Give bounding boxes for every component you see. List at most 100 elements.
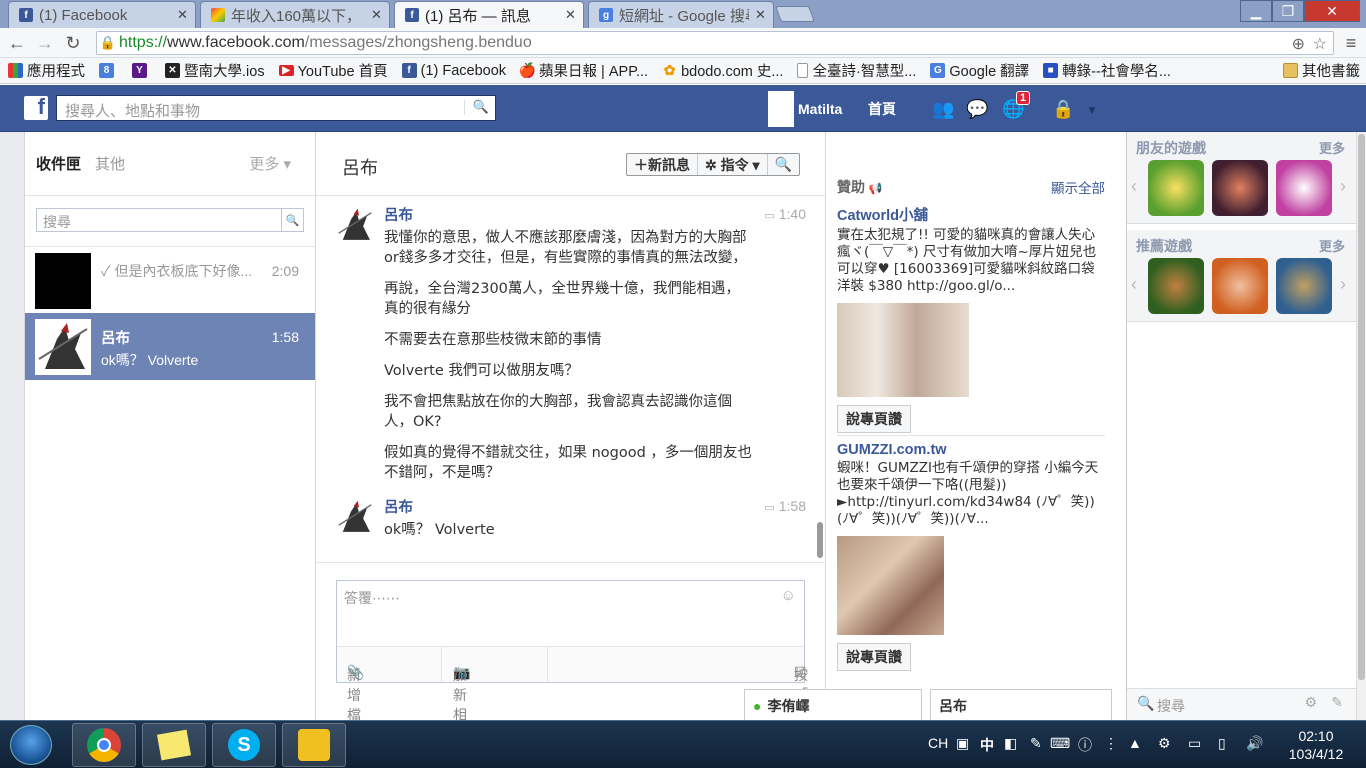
bookmark-yahoo[interactable]: Y <box>132 63 151 78</box>
new-message-button[interactable]: ＋新訊息 <box>627 154 698 175</box>
reload-button[interactable]: ↻ <box>62 32 84 54</box>
star-icon[interactable]: ☆ <box>1313 34 1327 54</box>
more-link[interactable]: 更多 <box>1319 236 1345 255</box>
messages-icon[interactable]: 💬 <box>966 99 988 120</box>
compose-icon[interactable]: ✎ <box>1331 695 1343 711</box>
bookmark-google-translate[interactable]: G Google 翻譯 <box>930 60 1029 81</box>
shield-icon[interactable]: ▣ <box>956 735 969 752</box>
fullwidth-icon[interactable]: ◧ <box>1004 735 1017 752</box>
bookmark-sociology[interactable]: ■ 轉錄--社會學名... <box>1043 60 1171 81</box>
privacy-icon[interactable]: 🔒 <box>1052 99 1074 120</box>
tab-other[interactable]: 其他 <box>95 153 125 174</box>
bookmark-ncnu[interactable]: ✕ 暨南大學.ios <box>165 60 265 81</box>
bookmark-facebook[interactable]: f (1) Facebook <box>401 63 506 79</box>
sender-name[interactable]: 呂布 <box>384 204 413 225</box>
address-bar[interactable]: 🔒 https:// www.facebook.com /messages/zh… <box>96 31 1334 55</box>
game-monkey-icon[interactable] <box>1148 258 1204 314</box>
sender-name[interactable]: 呂布 <box>384 496 413 517</box>
like-page-button[interactable]: 說專頁讚 <box>837 643 911 671</box>
ime-indicator[interactable]: 中 <box>980 735 994 755</box>
app-taskbar-button[interactable] <box>282 723 346 767</box>
notes-taskbar-button[interactable] <box>142 723 206 767</box>
power-icon[interactable]: ▯ <box>1218 735 1226 752</box>
chat-search-input[interactable]: 🔍 搜尋 ⚙ ✎ <box>1127 688 1357 720</box>
facebook-search-input[interactable]: 搜尋人、地點和事物 🔍 <box>56 95 496 121</box>
pen-icon[interactable]: ✎ <box>1030 735 1042 752</box>
reply-box[interactable]: 答覆⋯⋯ ☺ 📎 新增檔案 📷 加新相片 按「Enter」直接傳送 ☑ <box>336 580 860 744</box>
game-farm-icon[interactable] <box>1148 160 1204 216</box>
like-page-button[interactable]: 說專頁讚 <box>837 405 911 433</box>
close-icon[interactable]: ✕ <box>565 7 577 23</box>
facebook-logo-icon[interactable]: f <box>24 94 48 120</box>
close-icon[interactable]: ✕ <box>177 7 189 23</box>
friends-icon[interactable]: 👥 <box>932 99 954 120</box>
keyboard-icon[interactable]: ⌨ <box>1050 735 1070 752</box>
new-tab-button[interactable] <box>775 6 815 22</box>
chat-tab[interactable]: ● 李侑嶧 <box>744 689 922 721</box>
account-menu-icon[interactable]: ▼ <box>1086 103 1098 117</box>
bookmark-youtube[interactable]: ▶ YouTube 首頁 <box>278 60 388 81</box>
network-icon[interactable]: ⚙ <box>1158 735 1171 752</box>
volume-icon[interactable]: 🔊 <box>1246 735 1263 752</box>
chevron-left-icon[interactable]: ‹ <box>1131 274 1137 295</box>
profile-link[interactable]: Matilta <box>768 91 842 127</box>
skype-taskbar-button[interactable]: S <box>212 723 276 767</box>
page-scrollbar[interactable] <box>1356 132 1366 720</box>
emoticon-icon[interactable]: ☺ <box>781 587 796 604</box>
ad-title[interactable]: Catworld小舖 <box>837 204 1105 225</box>
actions-dropdown[interactable]: ✲ 指令 ▾ <box>698 154 768 175</box>
thread-item-selected[interactable]: 呂布 ok嗎？ Volverte 1:58 <box>25 313 315 380</box>
bookmark-other[interactable]: 其他書籤 <box>1283 60 1360 81</box>
bookmark-poetry[interactable]: 全臺詩·智慧型... <box>797 60 916 81</box>
ad-image[interactable] <box>837 536 944 635</box>
zoom-icon[interactable]: ⊕ <box>1292 34 1305 54</box>
language-indicator[interactable]: CH <box>928 735 948 751</box>
search-icon[interactable]: 🔍 <box>281 209 303 231</box>
options-icon[interactable]: ⋮ <box>1104 735 1118 752</box>
chrome-taskbar-button[interactable] <box>72 723 136 767</box>
chevron-right-icon[interactable]: › <box>1340 274 1346 295</box>
bookmark-apps[interactable]: 應用程式 <box>8 60 85 81</box>
more-link[interactable]: 更多 <box>1319 138 1345 157</box>
back-button[interactable]: ← <box>6 32 28 54</box>
more-dropdown[interactable]: 更多 ▾ <box>249 153 291 174</box>
search-icon[interactable]: 🔍 <box>463 100 489 115</box>
display-icon[interactable]: ▭ <box>1188 735 1201 752</box>
game-panda-icon[interactable] <box>1276 160 1332 216</box>
search-icon[interactable]: 🔍 <box>768 154 799 175</box>
gear-icon[interactable]: ⚙ <box>1304 695 1317 711</box>
chevron-left-icon[interactable]: ‹ <box>1131 176 1137 197</box>
forward-button[interactable]: → <box>34 32 56 54</box>
minimize-button[interactable]: ▁ <box>1240 0 1272 22</box>
close-icon[interactable]: ✕ <box>371 7 383 23</box>
tab-income[interactable]: 年收入160萬以下， ✕ <box>200 1 390 28</box>
inbox-search-input[interactable]: 搜尋 🔍 <box>36 208 304 232</box>
bookmark-bdodo[interactable]: ✿ bdodo.com 史... <box>662 60 784 81</box>
message-scrollbar[interactable] <box>817 522 823 558</box>
ad-title[interactable]: GUMZZI.com.tw <box>837 442 1105 458</box>
ad-image[interactable] <box>837 303 969 397</box>
tab-facebook[interactable]: f (1) Facebook ✕ <box>8 1 196 28</box>
bookmark-google-plus[interactable]: 8 <box>99 63 118 78</box>
tab-messages[interactable]: f (1) 呂布 — 訊息 ✕ <box>394 1 584 28</box>
tab-inbox[interactable]: 收件匣 <box>36 153 81 174</box>
tab-google-search[interactable]: g 短網址 - Google 搜尋 ✕ <box>588 1 774 28</box>
thread-item[interactable]: ✓ 但是內衣板底下好像... 2:09 <box>25 246 315 313</box>
maximize-button[interactable]: ❐ <box>1272 0 1304 22</box>
game-castle-icon[interactable] <box>1276 258 1332 314</box>
game-fashland-icon[interactable] <box>1212 160 1268 216</box>
chat-tab[interactable]: 呂布 <box>930 689 1112 721</box>
show-all-link[interactable]: 顯示全部 <box>1051 177 1105 197</box>
start-button[interactable] <box>10 725 52 765</box>
help-icon[interactable]: ⓘ <box>1078 735 1092 755</box>
close-window-button[interactable]: ✕ <box>1304 0 1360 22</box>
clock[interactable]: 02:10 103/4/12 <box>1270 727 1362 763</box>
menu-icon[interactable]: ≡ <box>1340 32 1362 54</box>
bookmark-apple-daily[interactable]: 🍎 蘋果日報 | APP... <box>519 60 648 81</box>
chevron-right-icon[interactable]: › <box>1340 176 1346 197</box>
home-link[interactable]: 首頁 <box>868 99 896 119</box>
scrollbar-thumb[interactable] <box>1358 134 1365 680</box>
show-hidden-icon[interactable]: ▲ <box>1128 735 1142 751</box>
close-icon[interactable]: ✕ <box>755 7 767 23</box>
game-girl-icon[interactable] <box>1212 258 1268 314</box>
